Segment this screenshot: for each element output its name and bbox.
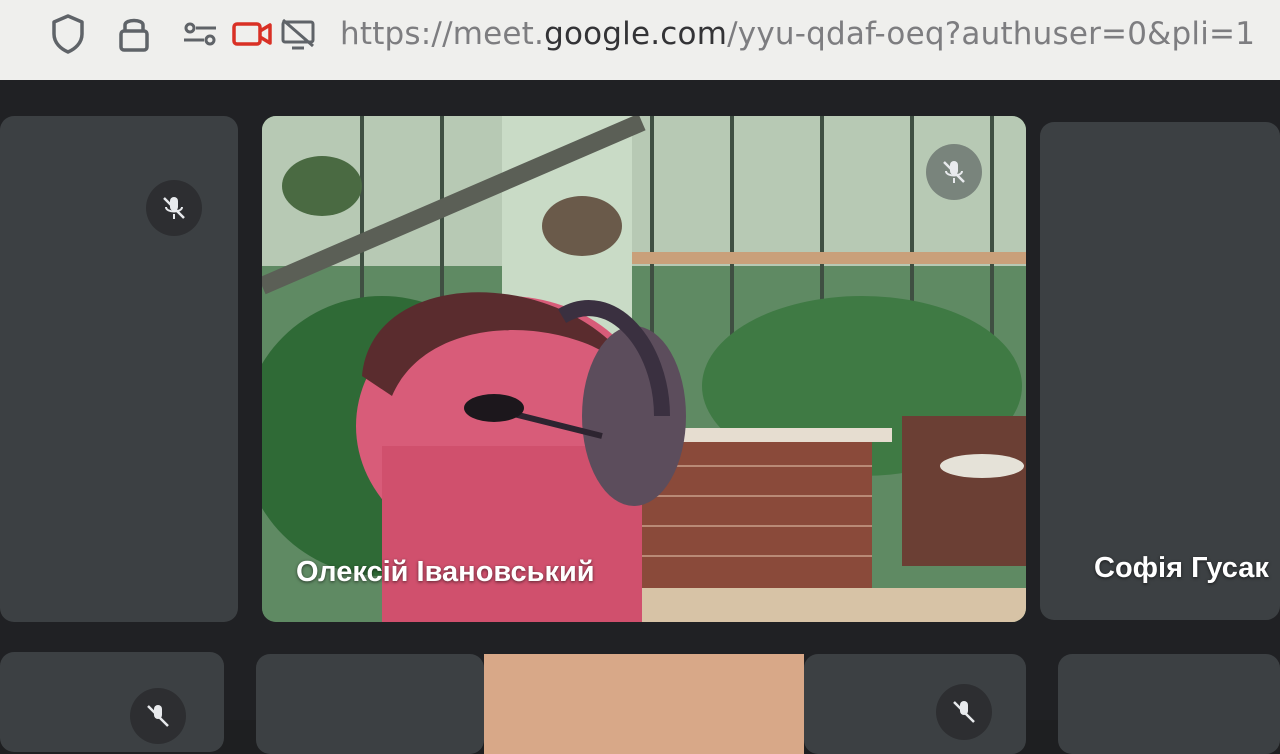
participant-name: Олексій Івановський	[296, 556, 595, 588]
participant-name: Софія Гусак	[1094, 552, 1269, 584]
mic-off-icon	[926, 144, 982, 200]
browser-address-bar: https://meet.google.com/yyu-qdaf-oeq?aut…	[0, 0, 1280, 80]
participant-tile[interactable]	[804, 654, 1026, 754]
screen-share-off-icon[interactable]	[278, 12, 318, 60]
permissions-icon[interactable]	[180, 12, 220, 60]
participant-tile[interactable]	[1058, 654, 1280, 754]
participant-tile[interactable]	[0, 116, 238, 622]
url-text[interactable]: https://meet.google.com/yyu-qdaf-oeq?aut…	[340, 16, 1255, 52]
meet-grid: Олексій Івановський Софія Гусак	[0, 80, 1280, 754]
participant-tile-video[interactable]: Олексій Івановський	[262, 116, 1026, 622]
mic-off-icon	[146, 180, 202, 236]
url-host: google.com	[544, 16, 728, 52]
video-feed	[262, 116, 1026, 622]
mic-off-icon	[130, 688, 186, 744]
participant-tile[interactable]	[256, 654, 484, 754]
participant-tile[interactable]: Софія Гусак	[1040, 122, 1280, 620]
mic-off-icon	[936, 684, 992, 740]
participant-tile[interactable]	[0, 652, 224, 752]
camera-icon[interactable]	[230, 12, 274, 60]
lock-icon[interactable]	[116, 12, 152, 60]
shield-icon[interactable]	[48, 12, 88, 60]
participant-tile-video[interactable]	[484, 654, 804, 754]
